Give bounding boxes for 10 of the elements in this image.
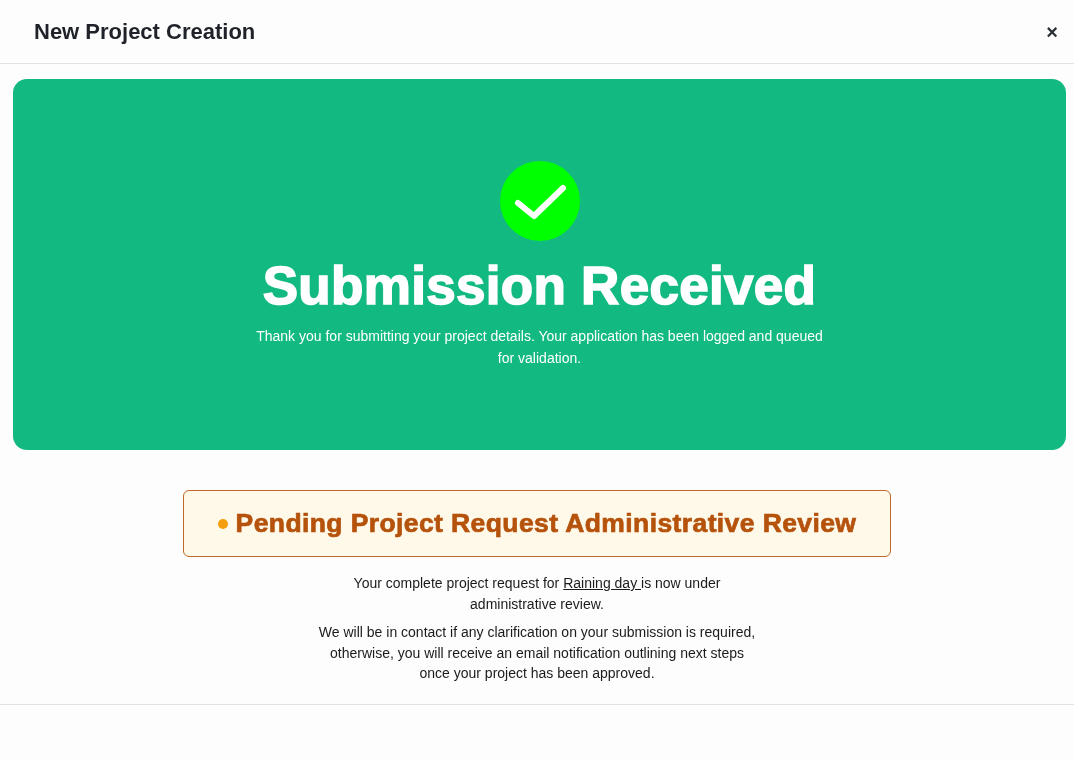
dialog-title: New Project Creation [34, 18, 256, 45]
banner-message: Thank you for submitting your project details. Your application has been logged and queued for validation. [255, 326, 824, 368]
status-dot-icon [217, 518, 228, 529]
info-paragraph: Your complete project request for Raining day is now under administrative review. [352, 574, 722, 614]
info-paragraph: We will be in contact if any clarification on your submission is required, otherwise, you will receive an email notification outlining next steps once your project has been approved. [317, 623, 757, 683]
status-label: Pending Project Request Administrative Review [235, 508, 857, 539]
check-circle-icon [499, 160, 580, 241]
project-link[interactable]: Raining day [563, 575, 641, 591]
banner-title: Submission Received [262, 254, 817, 317]
close-button[interactable]: × [1040, 19, 1064, 44]
